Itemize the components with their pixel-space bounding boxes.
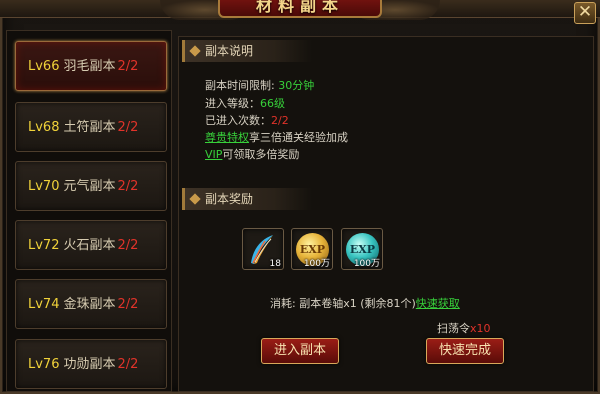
entry-level-line: 进入等级：66级 — [205, 95, 285, 111]
privilege-line: 尊贵特权享三倍通关经验加成 — [205, 129, 348, 145]
reward-qty: 100万 — [353, 259, 380, 269]
vip-line: VIP可领取多倍奖励 — [205, 146, 299, 162]
dungeon-list: Lv66 羽毛副本 2/2 Lv68 土符副本 2/2 Lv70 元气副本 2/2 Lv72… — [6, 30, 172, 392]
sweep-token-line: 扫荡令x10 — [437, 320, 491, 336]
dungeon-count: 2/2 — [117, 120, 139, 135]
rewards-header: 副本奖励 — [182, 188, 312, 210]
time-limit-value: 30分钟 — [278, 79, 315, 92]
dungeon-count: 2/2 — [117, 297, 139, 312]
dungeon-level: Lv74 — [28, 297, 60, 312]
sweep-token-label: 扫荡令 — [437, 322, 470, 335]
dungeon-level: Lv72 — [28, 238, 60, 253]
entry-level-value: 66级 — [260, 97, 285, 110]
cost-text: 消耗: 副本卷轴x1 (剩余81个) — [270, 297, 416, 310]
rewards-header-label: 副本奖励 — [205, 192, 254, 206]
description-header: 副本说明 — [182, 40, 312, 62]
privilege-text: 享三倍通关经验加成 — [249, 131, 348, 144]
enter-dungeon-button[interactable]: 进入副本 — [261, 338, 339, 364]
dungeon-count: 2/2 — [117, 59, 139, 74]
window-title: 材料副本 — [218, 0, 382, 18]
entries-label: 已进入次数： — [205, 114, 271, 127]
reward-item-exp-teal[interactable]: EXP 100万 — [341, 228, 383, 270]
dungeon-item-lv76[interactable]: Lv76 功勋副本 2/2 — [15, 339, 167, 389]
dungeon-count: 2/2 — [117, 179, 139, 194]
dungeon-item-lv72[interactable]: Lv72 火石副本 2/2 — [15, 220, 167, 270]
dungeon-name: 火石副本 — [63, 238, 116, 253]
close-icon: ✕ — [577, 2, 593, 22]
description-header-label: 副本说明 — [205, 44, 254, 58]
diamond-icon — [189, 45, 201, 57]
reward-item-exp-gold[interactable]: EXP 100万 — [291, 228, 333, 270]
reward-qty: 100万 — [303, 259, 330, 269]
dungeon-item-lv70[interactable]: Lv70 元气副本 2/2 — [15, 161, 167, 211]
dungeon-level: Lv76 — [28, 357, 60, 372]
sweep-token-count: x10 — [470, 322, 491, 335]
privilege-link[interactable]: 尊贵特权 — [205, 131, 249, 144]
dungeon-name: 金珠副本 — [63, 297, 116, 312]
diamond-icon — [189, 193, 201, 205]
quick-get-link[interactable]: 快速获取 — [416, 297, 460, 310]
entries-value: 2/2 — [271, 114, 289, 127]
dungeon-count: 2/2 — [117, 238, 139, 253]
entries-line: 已进入次数：2/2 — [205, 112, 289, 128]
dungeon-level: Lv70 — [28, 179, 60, 194]
quick-finish-button[interactable]: 快速完成 — [426, 338, 504, 364]
dungeon-name: 羽毛副本 — [63, 59, 116, 74]
dungeon-name: 土符副本 — [63, 120, 116, 135]
dungeon-item-lv74[interactable]: Lv74 金珠副本 2/2 — [15, 279, 167, 329]
time-limit-label: 副本时间限制: — [205, 79, 275, 92]
dungeon-count: 2/2 — [117, 357, 139, 372]
dungeon-level: Lv68 — [28, 120, 60, 135]
dungeon-name: 元气副本 — [63, 179, 116, 194]
dungeon-level: Lv66 — [28, 59, 60, 74]
time-limit-line: 副本时间限制: 30分钟 — [205, 77, 314, 93]
reward-item-feather[interactable]: 18 — [242, 228, 284, 270]
vip-link[interactable]: VIP — [205, 148, 222, 161]
vip-text: 可领取多倍奖励 — [222, 148, 300, 161]
dungeon-item-lv68[interactable]: Lv68 土符副本 2/2 — [15, 102, 167, 152]
cost-line: 消耗: 副本卷轴x1 (剩余81个)快速获取 — [270, 295, 460, 311]
dungeon-item-lv66[interactable]: Lv66 羽毛副本 2/2 — [15, 41, 167, 91]
dungeon-name: 功勋副本 — [63, 357, 116, 372]
reward-qty: 18 — [269, 259, 281, 269]
entry-level-label: 进入等级： — [205, 97, 260, 110]
close-button[interactable]: ✕ — [574, 2, 596, 24]
